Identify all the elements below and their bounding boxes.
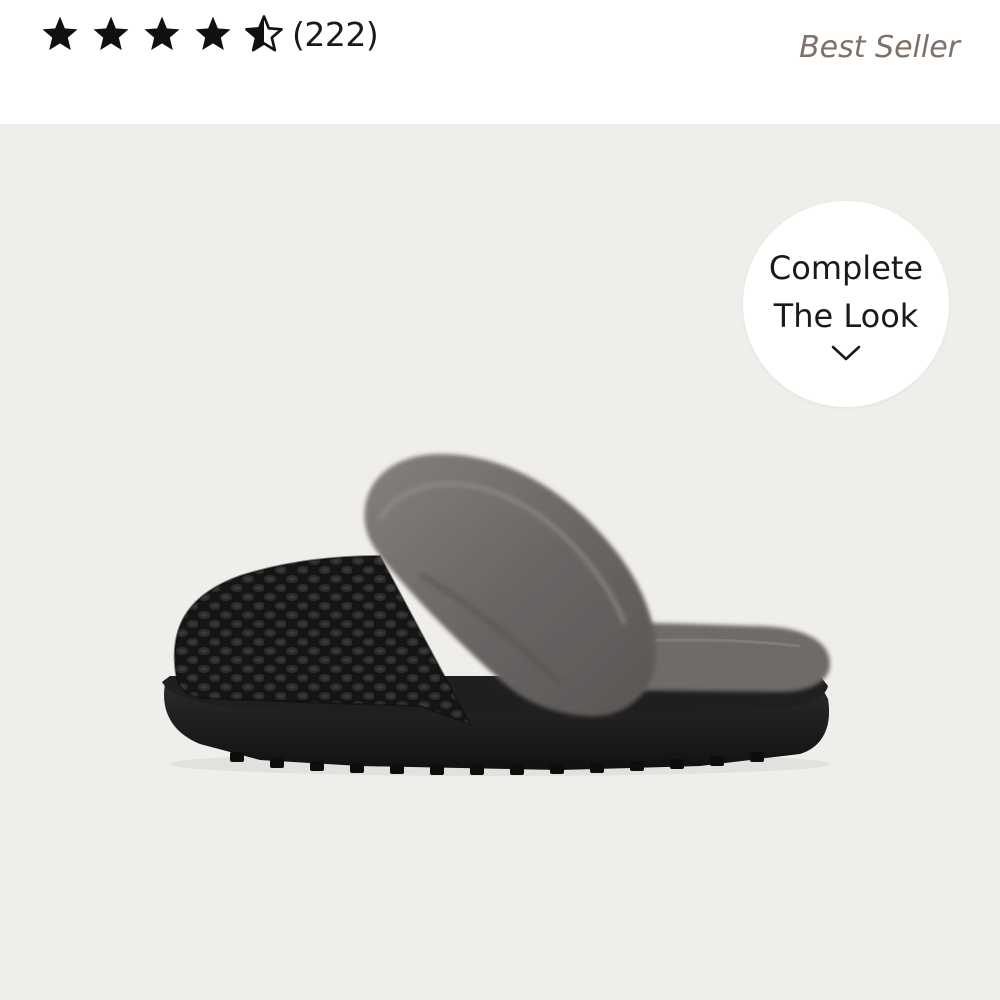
review-count[interactable]: (222) <box>292 15 379 54</box>
chevron-down-icon <box>831 345 861 361</box>
product-rating[interactable]: (222) <box>40 12 379 56</box>
product-image-area[interactable]: Complete The Look <box>0 124 1000 1000</box>
complete-look-label-line2: The Look <box>773 297 919 335</box>
star-icon <box>93 16 129 51</box>
best-seller-badge: Best Seller <box>799 30 960 65</box>
star-icon <box>144 16 180 51</box>
product-header: (222) Best Seller <box>0 0 1000 124</box>
half-star-icon <box>245 15 283 52</box>
star-icon <box>42 16 78 51</box>
complete-look-label-line1: Complete <box>768 249 924 287</box>
complete-the-look-button[interactable]: Complete The Look <box>743 201 949 407</box>
star-icon <box>195 16 231 51</box>
product-page: (222) Best Seller Complete The Look <box>0 0 1000 1000</box>
